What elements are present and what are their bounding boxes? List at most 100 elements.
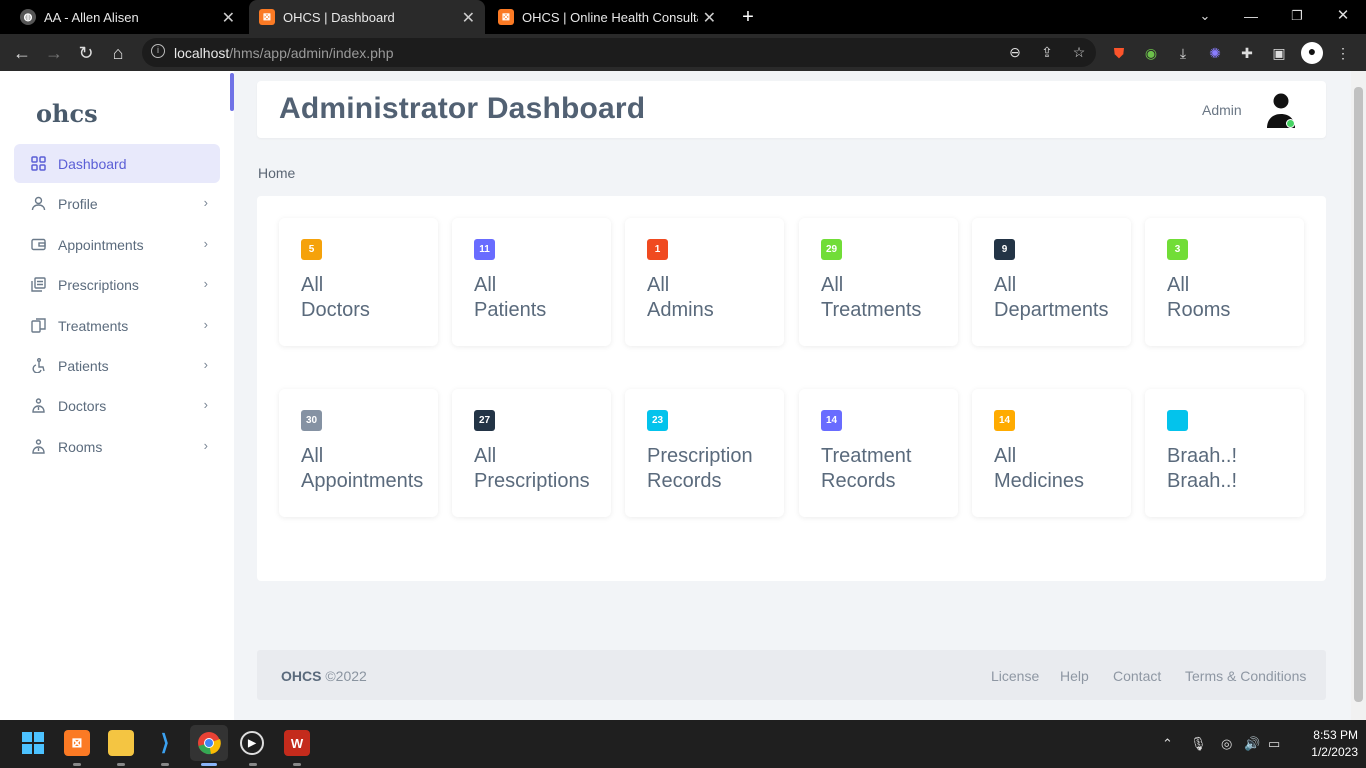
xampp-app-icon[interactable]: ⊠ xyxy=(64,730,90,756)
extensions-puzzle-icon[interactable]: ✚ xyxy=(1238,44,1256,62)
card-braah[interactable]: Braah..! Braah..! xyxy=(1145,389,1304,517)
card-title: All Admins xyxy=(647,273,783,323)
card-title: All Departments xyxy=(994,273,1130,323)
sidebar-item-dashboard[interactable]: Dashboard xyxy=(14,144,220,183)
tab-title: OHCS | Dashboard xyxy=(283,9,395,25)
system-clock[interactable]: 8:53 PM 1/2/2023 xyxy=(1296,727,1358,761)
running-indicator xyxy=(73,763,81,766)
file-explorer-icon[interactable] xyxy=(108,730,134,756)
card-all-appointments[interactable]: 30 All Appointments xyxy=(279,389,438,517)
tab-search-icon[interactable]: ⌄ xyxy=(1194,5,1216,27)
card-title: All Patients xyxy=(474,273,610,323)
sidebar-item-appointments[interactable]: Appointments › xyxy=(14,225,220,264)
count-badge: 30 xyxy=(301,410,322,431)
forward-icon[interactable]: → xyxy=(43,42,65,64)
count-badge: 14 xyxy=(821,410,842,431)
chrome-app-button[interactable] xyxy=(190,725,228,761)
url-path: /hms/app/admin/index.php xyxy=(229,45,394,61)
footer-year: ©2022 xyxy=(325,668,367,684)
tray-overflow-icon[interactable]: ⌃ xyxy=(1162,736,1173,752)
breadcrumb[interactable]: Home xyxy=(258,165,295,181)
windows-start-icon[interactable] xyxy=(20,730,46,756)
brave-shield-icon[interactable]: ⛊ xyxy=(1110,44,1128,62)
side-panel-icon[interactable]: ▣ xyxy=(1270,44,1288,62)
extension-globe-icon[interactable]: ◉ xyxy=(1142,44,1160,62)
count-badge: 5 xyxy=(301,239,322,260)
menu-dots-icon[interactable]: ⋮ xyxy=(1334,44,1352,62)
sidebar-item-patients[interactable]: Patients › xyxy=(14,346,220,385)
sidebar-item-label: Doctors xyxy=(58,397,107,414)
url-text: localhost/hms/app/admin/index.php xyxy=(174,45,393,61)
page-scrollbar[interactable] xyxy=(1351,71,1366,720)
restore-icon[interactable]: ❐ xyxy=(1286,5,1308,27)
network-icon[interactable]: ◎ xyxy=(1221,736,1232,752)
browser-tab-2[interactable]: ⊠ OHCS | Dashboard ✕ xyxy=(249,0,485,34)
card-all-patients[interactable]: 11 All Patients xyxy=(452,218,611,346)
card-all-doctors[interactable]: 5 All Doctors xyxy=(279,218,438,346)
card-title: All Medicines xyxy=(994,444,1130,494)
brand-logo[interactable]: ohcs xyxy=(36,99,98,128)
browser-tab-3[interactable]: ⊠ OHCS | Online Health Consultatio ✕ xyxy=(488,0,724,34)
card-all-departments[interactable]: 9 All Departments xyxy=(972,218,1131,346)
card-title-line2: Prescriptions xyxy=(474,470,590,492)
sidebar-item-treatments[interactable]: Treatments › xyxy=(14,306,220,345)
bookmark-star-icon[interactable]: ☆ xyxy=(1070,43,1088,61)
card-title: All Rooms xyxy=(1167,273,1303,323)
extension-gear-icon[interactable]: ✺ xyxy=(1206,44,1224,62)
info-icon[interactable]: i xyxy=(151,44,165,58)
card-all-treatments[interactable]: 29 All Treatments xyxy=(799,218,958,346)
media-player-icon[interactable]: ▶ xyxy=(240,731,264,755)
download-icon[interactable]: ⤓ xyxy=(1174,44,1192,62)
home-icon[interactable]: ⌂ xyxy=(107,42,129,64)
card-treatment-records[interactable]: 14 Treatment Records xyxy=(799,389,958,517)
card-title-line1: All xyxy=(1167,274,1190,296)
profile-avatar-icon[interactable]: ● xyxy=(1301,42,1323,64)
card-all-medicines[interactable]: 14 All Medicines xyxy=(972,389,1131,517)
sidebar-item-prescriptions[interactable]: Prescriptions › xyxy=(14,265,220,304)
scrollbar-thumb[interactable] xyxy=(1354,87,1363,702)
battery-icon[interactable]: ▭ xyxy=(1268,736,1280,752)
minimize-icon[interactable]: — xyxy=(1240,5,1262,27)
volume-icon[interactable]: 🔊 xyxy=(1244,736,1260,752)
card-title: Prescription Records xyxy=(647,444,783,494)
card-title-line2: Patients xyxy=(474,299,547,321)
browser-tab-1[interactable]: ◍ AA - Allen Alisen ✕ xyxy=(10,0,245,34)
share-icon[interactable]: ⇪ xyxy=(1038,43,1056,61)
count-badge: 23 xyxy=(647,410,668,431)
address-bar[interactable]: i localhost/hms/app/admin/index.php ⊖ ⇪ … xyxy=(142,38,1096,67)
sidebar-item-doctors[interactable]: Doctors › xyxy=(14,386,220,425)
card-title-line2: Departments xyxy=(994,299,1109,321)
accessibility-icon xyxy=(30,358,46,374)
card-all-admins[interactable]: 1 All Admins xyxy=(625,218,784,346)
wps-office-icon[interactable]: W xyxy=(284,730,310,756)
footer-link-license[interactable]: License xyxy=(991,668,1039,684)
chevron-right-icon: › xyxy=(203,357,208,372)
zoom-icon[interactable]: ⊖ xyxy=(1006,43,1024,61)
reload-icon[interactable]: ↻ xyxy=(75,42,97,64)
back-icon[interactable]: ← xyxy=(11,42,33,64)
user-name[interactable]: Admin xyxy=(1202,102,1242,118)
window-close-icon[interactable]: ✕ xyxy=(1332,5,1354,27)
card-all-prescriptions[interactable]: 27 All Prescriptions xyxy=(452,389,611,517)
footer-link-contact[interactable]: Contact xyxy=(1113,668,1161,684)
close-icon[interactable]: ✕ xyxy=(462,8,475,28)
clock-date: 1/2/2023 xyxy=(1311,745,1358,759)
card-all-rooms[interactable]: 3 All Rooms xyxy=(1145,218,1304,346)
card-prescription-records[interactable]: 23 Prescription Records xyxy=(625,389,784,517)
grid-icon xyxy=(30,156,46,172)
close-icon[interactable]: ✕ xyxy=(222,8,235,28)
running-indicator xyxy=(293,763,301,766)
sidebar-item-rooms[interactable]: Rooms › xyxy=(14,427,220,466)
sidebar-item-profile[interactable]: Profile › xyxy=(14,184,220,223)
card-title-line2: Treatments xyxy=(821,299,922,321)
footer-link-terms[interactable]: Terms & Conditions xyxy=(1185,668,1306,684)
close-icon[interactable]: ✕ xyxy=(703,8,716,28)
vscode-icon[interactable]: ⟩ xyxy=(152,730,178,756)
globe-icon: ◍ xyxy=(20,9,36,25)
doctor-icon xyxy=(30,398,46,414)
browser-toolbar: ← → ↻ ⌂ i localhost/hms/app/admin/index.… xyxy=(0,34,1366,71)
footer-link-help[interactable]: Help xyxy=(1060,668,1089,684)
count-badge: 27 xyxy=(474,410,495,431)
microphone-icon[interactable]: 🎙 xyxy=(1190,736,1207,752)
new-tab-icon[interactable]: + xyxy=(737,6,759,28)
